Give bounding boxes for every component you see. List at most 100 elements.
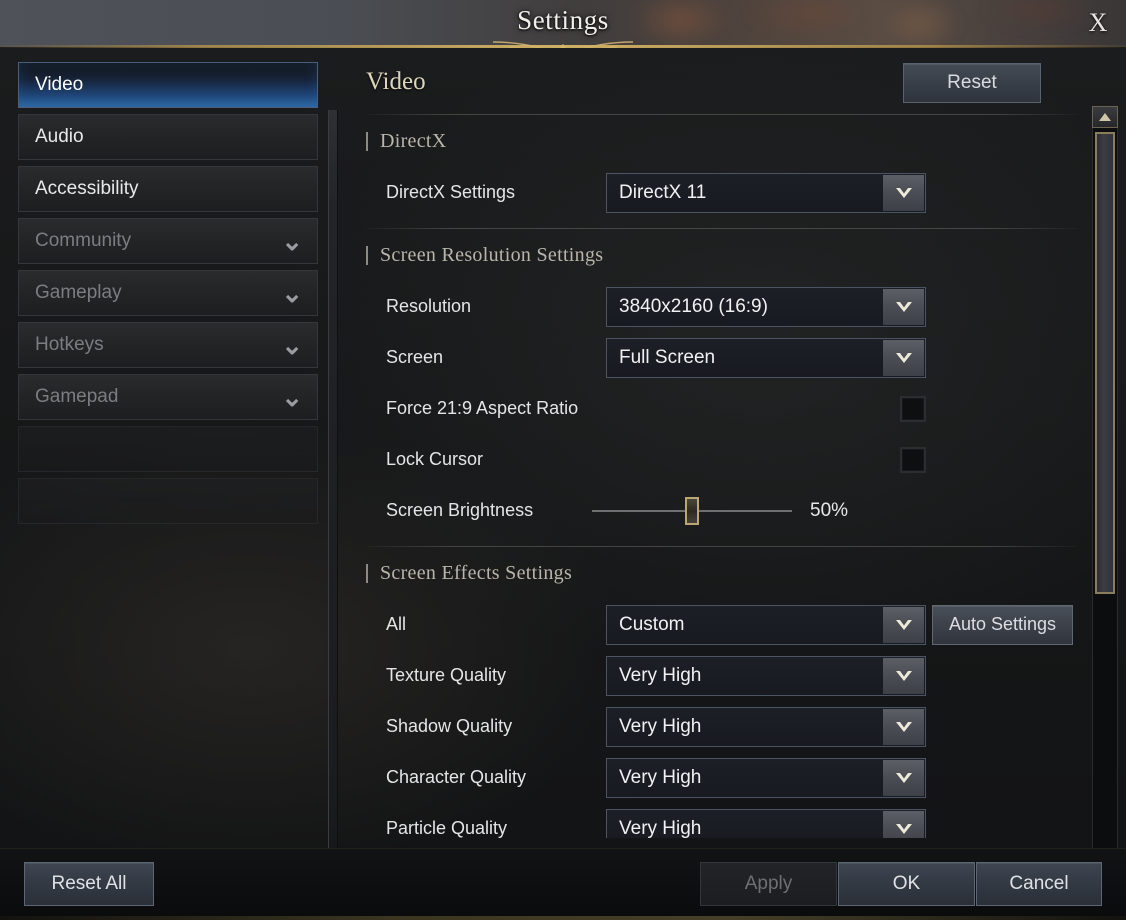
section-heading: Screen Effects Settings bbox=[366, 547, 1078, 599]
chevron-down-icon[interactable] bbox=[883, 174, 924, 211]
section-heading-label: DirectX bbox=[380, 129, 447, 152]
sidebar-empty-slot bbox=[18, 426, 318, 472]
dropdown-character-quality[interactable]: Very High bbox=[606, 757, 926, 798]
chevron-down-icon[interactable] bbox=[883, 339, 924, 376]
settings-row: Shadow Quality Very High bbox=[366, 701, 1078, 752]
scroll-up-icon[interactable] bbox=[1092, 106, 1118, 128]
dropdown-value: Very High bbox=[619, 715, 702, 737]
dropdown-value: Very High bbox=[619, 817, 702, 839]
close-icon[interactable]: X bbox=[1078, 4, 1118, 42]
chevron-down-icon[interactable] bbox=[883, 288, 924, 325]
sidebar-item-label: Community bbox=[35, 230, 132, 251]
dropdown-value: DirectX 11 bbox=[619, 181, 707, 203]
sidebar-item-gamepad[interactable]: Gamepad ⌄ bbox=[18, 374, 318, 420]
sidebar-item-hotkeys[interactable]: Hotkeys ⌄ bbox=[18, 322, 318, 368]
sidebar-item-label: Audio bbox=[35, 126, 84, 147]
setting-label: All bbox=[386, 614, 407, 634]
setting-label: Resolution bbox=[386, 296, 472, 316]
sidebar-divider bbox=[328, 110, 338, 896]
chevron-down-icon: ⌄ bbox=[281, 330, 303, 360]
section-title: Video bbox=[366, 68, 426, 95]
setting-label: Lock Cursor bbox=[386, 449, 484, 469]
sidebar-item-label: Video bbox=[35, 74, 84, 95]
dropdown-value: 3840x2160 (16:9) bbox=[619, 295, 768, 317]
sidebar-item-audio[interactable]: Audio bbox=[18, 114, 318, 160]
checkbox-force-21-9-aspect-ratio[interactable] bbox=[900, 395, 926, 422]
dropdown-all[interactable]: Custom bbox=[606, 604, 926, 645]
dropdown-particle-quality[interactable]: Very High bbox=[606, 808, 926, 839]
reset-all-button[interactable]: Reset All bbox=[24, 862, 154, 906]
section-tick bbox=[366, 131, 368, 151]
section-heading: DirectX bbox=[366, 115, 1078, 167]
chevron-down-icon[interactable] bbox=[883, 759, 924, 796]
slider-screen-brightness[interactable]: 50% bbox=[592, 491, 848, 531]
sidebar-item-gameplay[interactable]: Gameplay ⌄ bbox=[18, 270, 318, 316]
settings-row: Character Quality Very High bbox=[366, 752, 1078, 803]
settings-row: Screen Brightness 50% bbox=[366, 485, 1078, 536]
chevron-down-icon[interactable] bbox=[883, 708, 924, 745]
chevron-down-icon[interactable] bbox=[883, 810, 924, 838]
setting-label: Force 21:9 Aspect Ratio bbox=[386, 398, 579, 418]
page-title: Settings bbox=[517, 5, 609, 35]
slider-value: 50% bbox=[810, 499, 849, 521]
dropdown-value: Very High bbox=[619, 766, 702, 788]
ok-button[interactable]: OK bbox=[838, 862, 975, 906]
slider-thumb[interactable] bbox=[685, 496, 699, 525]
main-header: Video Reset bbox=[352, 58, 1092, 114]
setting-label: Screen bbox=[386, 347, 444, 367]
settings-row: Texture Quality Very High bbox=[366, 650, 1078, 701]
settings-row: All Custom Auto Settings bbox=[366, 599, 1078, 650]
sidebar: Video Audio Accessibility Community ⌄ Gamepla… bbox=[18, 62, 318, 832]
reset-button[interactable]: Reset bbox=[903, 63, 1041, 103]
settings-section: Screen Effects Settings All Custom Auto Set… bbox=[352, 547, 1092, 838]
dropdown-texture-quality[interactable]: Very High bbox=[606, 655, 926, 696]
dropdown-value: Very High bbox=[619, 664, 702, 686]
dropdown-directx-settings[interactable]: DirectX 11 bbox=[606, 172, 926, 213]
setting-label: Screen Brightness bbox=[386, 500, 534, 520]
settings-section: Screen Resolution Settings Resolution 3840… bbox=[352, 229, 1092, 536]
dropdown-resolution[interactable]: 3840x2160 (16:9) bbox=[606, 286, 926, 327]
setting-label: Texture Quality bbox=[386, 665, 507, 685]
section-heading: Screen Resolution Settings bbox=[366, 229, 1078, 281]
setting-label: Shadow Quality bbox=[386, 716, 513, 736]
sidebar-empty-slot bbox=[18, 478, 318, 524]
scrollbar-thumb[interactable] bbox=[1095, 132, 1115, 594]
sidebar-item-community[interactable]: Community ⌄ bbox=[18, 218, 318, 264]
main-panel: Video Reset DirectX DirectX Settings Direc… bbox=[352, 58, 1092, 838]
settings-row: Force 21:9 Aspect Ratio bbox=[366, 383, 1078, 434]
checkbox-lock-cursor[interactable] bbox=[900, 446, 926, 473]
dropdown-shadow-quality[interactable]: Very High bbox=[606, 706, 926, 747]
footer-bar: Reset All Apply OK Cancel bbox=[0, 848, 1126, 920]
section-tick bbox=[366, 563, 368, 583]
settings-row: DirectX Settings DirectX 11 bbox=[366, 167, 1078, 218]
settings-content: Video Audio Accessibility Community ⌄ Gamepla… bbox=[0, 48, 1126, 896]
chevron-down-icon[interactable] bbox=[883, 657, 924, 694]
settings-section: DirectX DirectX Settings DirectX 11 bbox=[352, 115, 1092, 218]
auto-settings-button[interactable]: Auto Settings bbox=[932, 604, 1073, 645]
dropdown-value: Custom bbox=[619, 613, 685, 635]
settings-row: Lock Cursor bbox=[366, 434, 1078, 485]
section-heading-label: Screen Effects Settings bbox=[380, 561, 573, 584]
sidebar-item-accessibility[interactable]: Accessibility bbox=[18, 166, 318, 212]
setting-label: Character Quality bbox=[386, 767, 527, 787]
settings-sections: DirectX DirectX Settings DirectX 11 Screen … bbox=[352, 115, 1092, 838]
sidebar-item-label: Gamepad bbox=[35, 386, 119, 407]
cancel-button[interactable]: Cancel bbox=[976, 862, 1102, 906]
footer-glow bbox=[0, 916, 1126, 920]
settings-row: Resolution 3840x2160 (16:9) bbox=[366, 281, 1078, 332]
setting-label: DirectX Settings bbox=[386, 182, 516, 202]
settings-row: Screen Full Screen bbox=[366, 332, 1078, 383]
section-heading-label: Screen Resolution Settings bbox=[380, 243, 604, 266]
chevron-down-icon[interactable] bbox=[883, 606, 924, 643]
chevron-down-icon: ⌄ bbox=[281, 382, 303, 412]
sidebar-item-label: Hotkeys bbox=[35, 334, 104, 355]
sidebar-item-video[interactable]: Video bbox=[18, 62, 318, 108]
scrollbar[interactable] bbox=[1092, 106, 1118, 896]
chevron-down-icon: ⌄ bbox=[281, 226, 303, 256]
section-tick bbox=[366, 245, 368, 265]
dropdown-screen[interactable]: Full Screen bbox=[606, 337, 926, 378]
dropdown-value: Full Screen bbox=[619, 346, 716, 368]
settings-row: Particle Quality Very High bbox=[366, 803, 1078, 838]
apply-button[interactable]: Apply bbox=[700, 862, 837, 906]
settings-window: Settings X Video Audio Accessibility Commun… bbox=[0, 0, 1126, 920]
